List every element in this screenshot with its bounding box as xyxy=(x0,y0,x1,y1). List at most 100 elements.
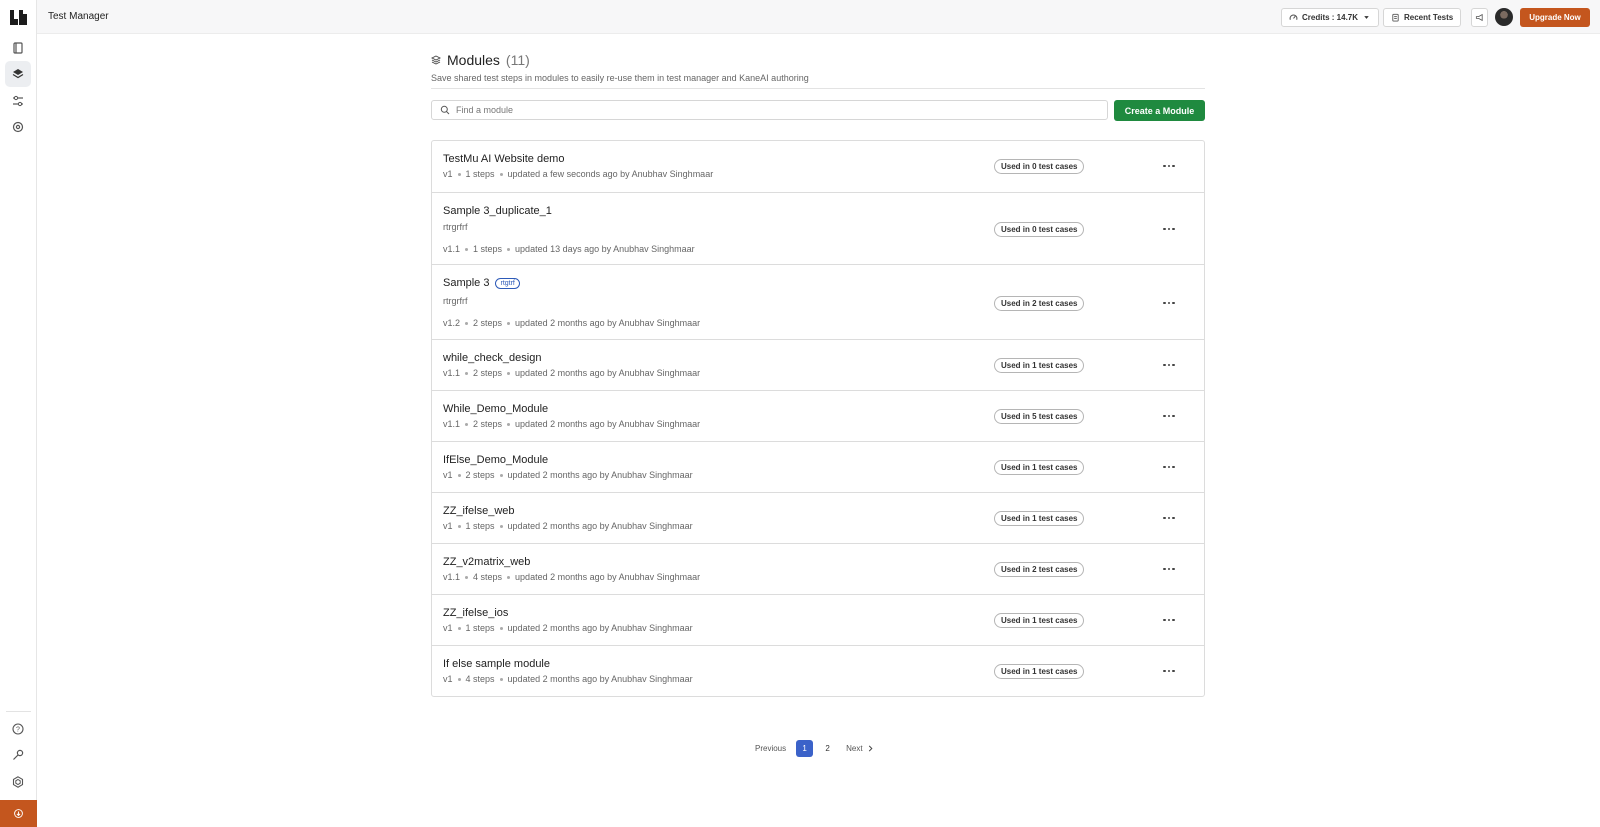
svg-text:?: ? xyxy=(16,727,20,734)
module-count: (11) xyxy=(505,52,530,68)
modules-page: Modules (11) Save shared test steps in m… xyxy=(431,50,1205,697)
rail-help-button[interactable]: ? xyxy=(5,716,31,742)
usage-badge: Used in 0 test cases xyxy=(994,159,1085,174)
next-page-button[interactable]: Next xyxy=(846,744,873,753)
module-name[interactable]: ZZ_v2matrix_web xyxy=(443,556,530,568)
recent-tests-button[interactable]: Recent Tests xyxy=(1383,8,1462,27)
header-separator xyxy=(431,88,1205,89)
more-options-icon[interactable] xyxy=(1160,665,1178,677)
module-row[interactable]: IfElse_Demo_Module v1 2 steps updated 2 mo… xyxy=(432,441,1204,492)
module-description: rtrgrfrf xyxy=(443,222,468,232)
rail-gear-button[interactable] xyxy=(5,114,31,140)
layers-icon xyxy=(431,55,441,65)
chevron-right-icon xyxy=(868,745,873,752)
module-updated: updated 2 months ago by Anubhav Singhmaa… xyxy=(507,674,693,684)
module-row[interactable]: while_check_design v1.1 2 steps updated 2 … xyxy=(432,339,1204,390)
rail-key-button[interactable] xyxy=(5,742,31,768)
module-updated: updated 2 months ago by Anubhav Singhmaa… xyxy=(515,318,701,328)
more-options-icon[interactable] xyxy=(1160,512,1178,524)
module-name[interactable]: While_Demo_Module xyxy=(443,403,548,415)
usage-badge: Used in 0 test cases xyxy=(994,222,1085,237)
page-1-button[interactable]: 1 xyxy=(796,740,814,757)
usage-badge: Used in 1 test cases xyxy=(994,358,1085,373)
top-bar: Test Manager Credits : 14.7K Recent Test… xyxy=(37,0,1600,34)
app-title: Test Manager xyxy=(48,11,109,22)
module-name[interactable]: ZZ_ifelse_ios xyxy=(443,607,508,619)
usage-badge: Used in 1 test cases xyxy=(994,460,1085,475)
module-updated: updated 2 months ago by Anubhav Singhmaa… xyxy=(507,470,693,480)
module-name[interactable]: Sample 3_duplicate_1 xyxy=(443,205,552,217)
rail-bottom-action-button[interactable] xyxy=(0,800,37,827)
module-steps: 2 steps xyxy=(465,470,495,480)
module-row[interactable]: Sample 3 rtgtrf rtrgrfrf v1.2 2 steps updat… xyxy=(432,264,1204,339)
next-page-label: Next xyxy=(846,744,863,753)
module-updated: updated 2 months ago by Anubhav Singhmaa… xyxy=(507,521,693,531)
module-version: v1 xyxy=(443,521,453,531)
module-name[interactable]: IfElse_Demo_Module xyxy=(443,454,548,466)
module-row[interactable]: If else sample module v1 4 steps updated 2… xyxy=(432,645,1204,696)
module-steps: 1 steps xyxy=(473,244,503,254)
search-row: Create a Module xyxy=(431,100,1205,121)
sliders-icon xyxy=(13,95,23,107)
module-name[interactable]: If else sample module xyxy=(443,658,550,670)
module-updated: updated 2 months ago by Anubhav Singhmaa… xyxy=(515,419,701,429)
page-subtitle: Save shared test steps in modules to eas… xyxy=(431,73,809,83)
page-title-text: Modules xyxy=(447,52,500,68)
module-name[interactable]: ZZ_ifelse_web xyxy=(443,505,515,517)
usage-badge: Used in 2 test cases xyxy=(994,562,1085,577)
recent-tests-label: Recent Tests xyxy=(1404,13,1454,22)
create-module-button[interactable]: Create a Module xyxy=(1114,100,1205,121)
more-options-icon[interactable] xyxy=(1160,563,1178,575)
module-steps: 4 steps xyxy=(473,572,503,582)
search-icon xyxy=(440,105,450,115)
rail-divider xyxy=(6,711,31,712)
usage-badge: Used in 5 test cases xyxy=(994,409,1085,424)
search-box[interactable] xyxy=(431,100,1108,120)
more-options-icon[interactable] xyxy=(1160,410,1178,422)
module-name[interactable]: Sample 3 xyxy=(443,277,489,289)
module-version: v1.1 xyxy=(443,572,461,582)
left-rail: ? xyxy=(0,0,37,827)
more-options-icon[interactable] xyxy=(1160,223,1178,235)
rail-book-button[interactable] xyxy=(5,35,31,61)
search-input[interactable] xyxy=(456,105,1099,115)
page-2-button[interactable]: 2 xyxy=(819,740,836,757)
more-options-icon[interactable] xyxy=(1160,359,1178,371)
megaphone-icon xyxy=(1475,13,1483,22)
user-avatar[interactable] xyxy=(1495,8,1513,26)
module-version: v1.1 xyxy=(443,368,461,378)
module-row[interactable]: While_Demo_Module v1.1 2 steps updated 2 m… xyxy=(432,390,1204,441)
usage-badge: Used in 1 test cases xyxy=(994,664,1085,679)
usage-badge: Used in 1 test cases xyxy=(994,511,1085,526)
circle-arrow-icon xyxy=(14,809,23,818)
usage-badge: Used in 2 test cases xyxy=(994,296,1085,311)
module-version: v1 xyxy=(443,470,453,480)
clipboard-icon xyxy=(1392,13,1399,22)
upgrade-now-button[interactable]: Upgrade Now xyxy=(1520,8,1590,27)
module-row[interactable]: Sample 3_duplicate_1 rtrgrfrf v1.1 1 step… xyxy=(432,192,1204,264)
more-options-icon[interactable] xyxy=(1160,614,1178,626)
module-steps: 4 steps xyxy=(465,674,495,684)
more-options-icon[interactable] xyxy=(1160,297,1178,309)
announcements-button[interactable] xyxy=(1471,8,1488,27)
module-updated: updated a few seconds ago by Anubhav Sin… xyxy=(507,169,714,179)
module-row[interactable]: ZZ_ifelse_ios v1 1 steps updated 2 months … xyxy=(432,594,1204,645)
module-steps: 2 steps xyxy=(473,318,503,328)
hexagon-icon xyxy=(12,776,24,788)
previous-page-button[interactable]: Previous xyxy=(755,744,786,753)
module-row[interactable]: TestMu AI Website demo v1 1 steps updated … xyxy=(432,141,1204,192)
module-row[interactable]: ZZ_ifelse_web v1 1 steps updated 2 months … xyxy=(432,492,1204,543)
rail-modules-button[interactable] xyxy=(5,61,31,87)
more-options-icon[interactable] xyxy=(1160,461,1178,473)
module-name[interactable]: while_check_design xyxy=(443,352,541,364)
more-options-icon[interactable] xyxy=(1160,160,1178,172)
rail-settings-sliders-button[interactable] xyxy=(5,88,31,114)
page-title: Modules (11) xyxy=(431,50,1205,70)
rail-integrations-button[interactable] xyxy=(5,769,31,795)
module-row[interactable]: ZZ_v2matrix_web v1.1 4 steps updated 2 mon… xyxy=(432,543,1204,594)
module-tag: rtgtrf xyxy=(495,277,520,289)
module-name[interactable]: TestMu AI Website demo xyxy=(443,153,564,165)
credits-dropdown[interactable]: Credits : 14.7K xyxy=(1281,8,1380,27)
credits-label: Credits : 14.7K xyxy=(1302,13,1359,22)
brand-logo-icon[interactable] xyxy=(10,10,27,25)
